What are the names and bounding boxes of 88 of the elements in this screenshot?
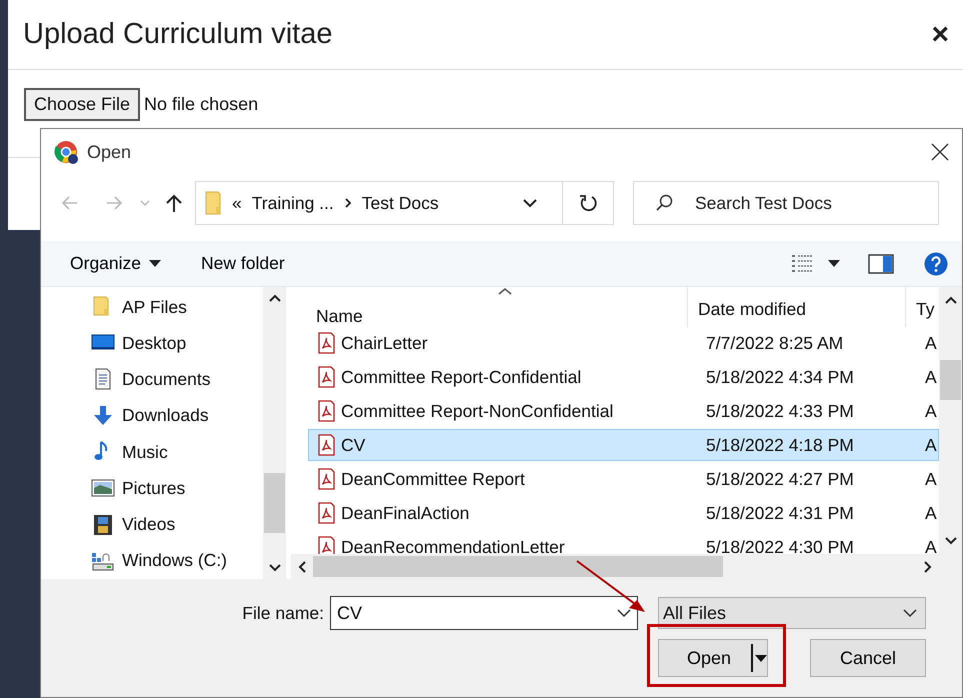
dropdown-caret-icon[interactable] [617,608,631,618]
type-cell-text: A [925,502,938,524]
nav-item[interactable]: Windows (C:) [91,542,263,579]
scroll-left-icon[interactable] [297,560,307,574]
date-cell-text: 5/18/2022 4:27 PM [705,468,855,490]
caret-icon [755,654,768,662]
modal-title: Upload Curriculum vitae [23,18,332,51]
column-header[interactable]: Name [291,306,687,327]
search-icon [655,194,673,212]
preview-pane-icon[interactable] [868,254,894,274]
pdf-file-icon [317,366,336,388]
dialog-title: Open [87,142,132,162]
type-cell-text: A [925,434,938,456]
file-row[interactable]: Committee Report-Confidential 5/18/2022 4:34 PM A [308,361,939,393]
date-cell-text: 5/18/2022 4:18 PM [705,434,855,456]
folder-icon [204,191,222,215]
path-overflow-text[interactable]: « [232,192,242,214]
date-cell-text: 5/18/2022 4:30 PM [705,536,855,554]
annotation-arrow [575,559,647,615]
file-name-field[interactable]: CV [330,596,638,630]
dropdown-caret-icon[interactable] [903,608,917,618]
file-name-cell-text: DeanCommittee Report [341,468,526,490]
file-name-cell-text: Committee Report-Confidential [341,366,582,388]
help-icon[interactable] [924,252,948,276]
sort-caret-icon [498,287,512,296]
choose-file-button[interactable]: Choose File [24,88,140,121]
scroll-right-icon[interactable] [923,560,933,574]
type-cell-text: A [925,366,938,388]
organize-button[interactable]: Organize [70,253,162,274]
file-name-cell-text: DeanFinalAction [341,502,470,524]
scroll-down-icon[interactable] [268,563,282,573]
film-strip-icon [91,512,115,537]
pdf-file-icon [317,536,336,554]
scrollbar-thumb[interactable] [940,360,961,400]
refresh-icon[interactable] [578,193,598,213]
date-cell-text: 5/18/2022 4:33 PM [705,400,855,422]
nav-item[interactable]: Documents [91,362,263,398]
type-cell-text: A [925,468,938,490]
nav-item[interactable]: Pictures [91,470,263,506]
chevron-icon [344,197,352,209]
close-button[interactable]: × [931,20,949,50]
nav-item[interactable]: Videos [91,506,263,543]
nav-item[interactable]: Desktop [91,325,263,362]
pdf-file-icon [317,332,336,354]
type-cell-text: A [925,536,938,554]
file-row[interactable]: DeanFinalAction 5/18/2022 4:31 PM A [308,497,939,529]
list-view-icon[interactable] [790,253,814,274]
date-cell-text: 7/7/2022 8:25 AM [705,332,844,354]
scroll-up-icon[interactable] [944,295,958,305]
nav-item[interactable]: AP Files [91,289,263,326]
address-bar[interactable]: « Training ... Test Docs [195,181,614,225]
search-field[interactable]: Search Test Docs [633,181,939,225]
type-cell-text: A [925,332,938,354]
cancel-button[interactable]: Cancel [810,639,926,677]
file-row[interactable]: DeanCommittee Report 5/18/2022 4:27 PM A [308,463,939,495]
caret-icon [149,260,162,267]
date-cell-text: 5/18/2022 4:34 PM [705,366,855,388]
file-type-dropdown[interactable]: All Files [658,597,926,629]
pdf-file-icon [317,400,336,422]
caret-icon[interactable] [828,260,840,267]
scroll-down-icon[interactable] [944,536,958,546]
pdf-file-icon [317,502,336,524]
scrollbar-thumb[interactable] [313,556,723,577]
column-header[interactable]: Date modified [687,287,905,327]
file-name-label: File name: [241,602,324,624]
open-button[interactable]: Open [658,639,768,677]
file-row[interactable]: Committee Report-NonConfidential 5/18/2022 4:33 PM A [308,395,939,427]
file-name-cell-text: DeanRecommendationLetter [341,536,566,554]
breadcrumb-item[interactable]: Test Docs [362,192,439,214]
file-row[interactable]: ChairLetter 7/7/2022 8:25 AM A [308,327,939,359]
scrollbar-thumb[interactable] [264,473,285,533]
browser-logo-icon [53,140,79,164]
date-cell-text: 5/18/2022 4:31 PM [705,502,855,524]
breadcrumb-item[interactable]: Training ... [252,192,334,214]
close-icon[interactable] [930,142,950,162]
pdf-file-icon [317,468,336,490]
scroll-up-icon[interactable] [268,293,282,303]
file-row[interactable]: CV 5/18/2022 4:18 PM A [308,429,939,461]
pdf-file-icon [317,434,336,456]
type-cell-text: A [925,400,938,422]
file-name-cell-text: CV [341,434,366,456]
file-name-cell-text: Committee Report-NonConfidential [341,400,614,422]
new-folder-button[interactable]: New folder [201,253,285,274]
file-status-text: No file chosen [144,94,258,115]
nav-item[interactable]: Music [91,434,263,470]
nav-item[interactable]: Downloads [91,398,263,434]
dropdown-caret-icon[interactable] [522,198,538,208]
file-name-cell-text: ChairLetter [341,332,429,354]
